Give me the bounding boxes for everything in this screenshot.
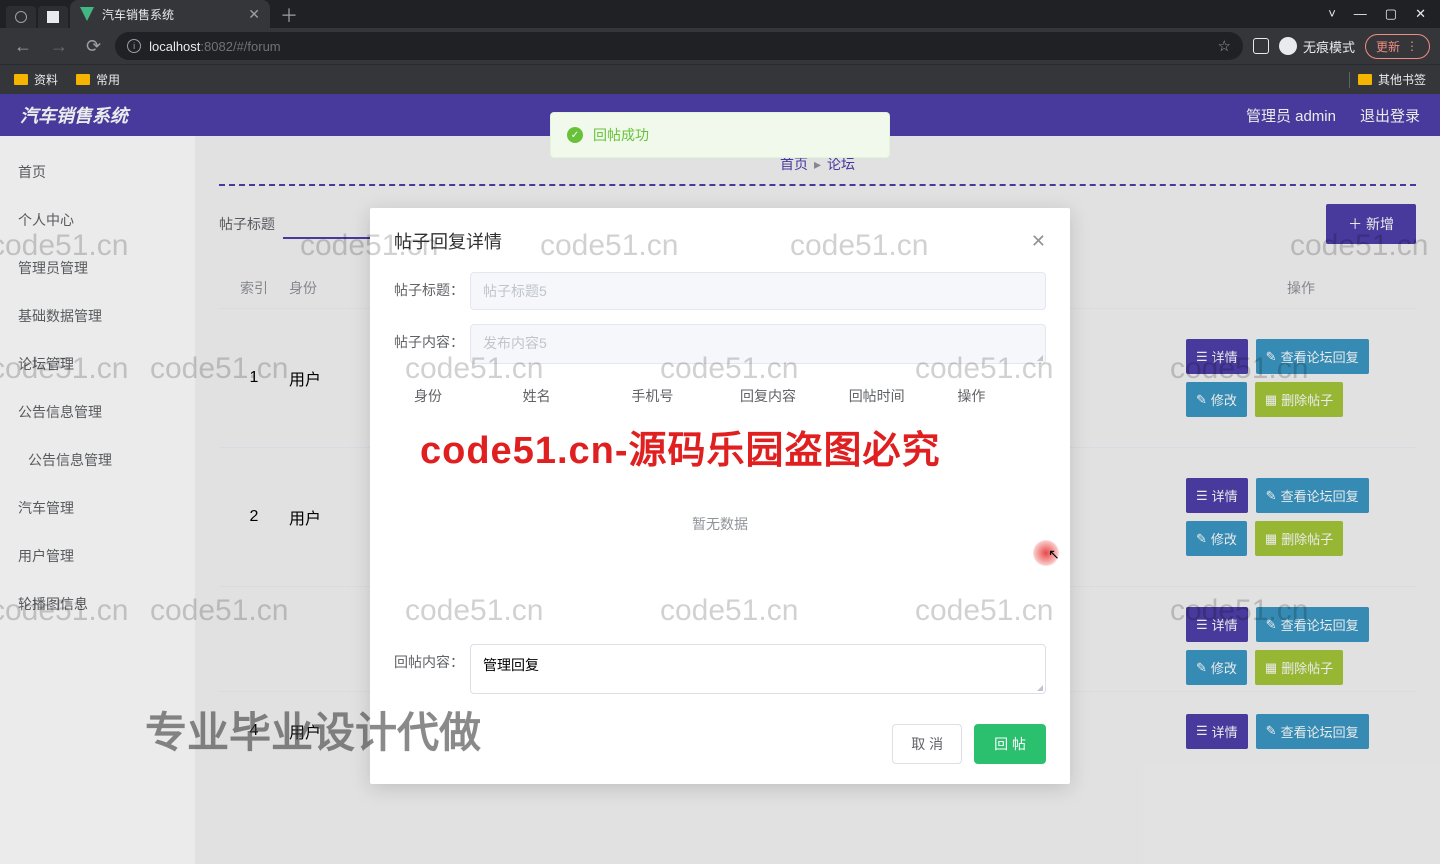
nav-forward-icon[interactable]: → xyxy=(46,36,72,57)
site-info-icon[interactable]: i xyxy=(127,39,141,53)
browser-update-button[interactable]: 更新⋮ xyxy=(1365,34,1430,59)
bookmark-item-2[interactable]: 常用 xyxy=(76,71,120,88)
no-data-text: 暂无数据 xyxy=(394,414,1046,644)
reply-textarea[interactable]: 管理回复 xyxy=(470,644,1046,694)
folder-icon xyxy=(76,74,90,85)
new-tab-button[interactable]: ＋ xyxy=(270,2,308,28)
extension-icon[interactable] xyxy=(1253,38,1269,54)
success-toast: ✓ 回帖成功 xyxy=(550,112,890,158)
field-label-reply: 回帖内容： xyxy=(394,644,470,672)
folder-icon xyxy=(1358,74,1372,85)
browser-tab-active[interactable]: 汽车销售系统 ✕ xyxy=(70,0,270,28)
vue-icon xyxy=(80,7,94,21)
modal-close-icon[interactable]: ✕ xyxy=(1031,231,1046,252)
cancel-button[interactable]: 取 消 xyxy=(892,724,962,764)
field-label-title: 帖子标题： xyxy=(394,272,470,300)
incognito-icon xyxy=(1279,37,1297,55)
tab-inactive-2[interactable] xyxy=(38,6,68,28)
bookmark-item-1[interactable]: 资料 xyxy=(14,71,58,88)
modal-title: 帖子回复详情 xyxy=(394,228,502,254)
inner-table-header: 身份 姓名 手机号 回复内容 回帖时间 操作 xyxy=(394,378,1046,414)
folder-icon xyxy=(14,74,28,85)
bookmark-other[interactable]: 其他书签 xyxy=(1358,71,1426,88)
window-dropdown-icon[interactable]: ˅ xyxy=(1328,6,1336,22)
check-icon: ✓ xyxy=(567,127,583,143)
field-title-input[interactable]: 帖子标题5 xyxy=(470,272,1046,310)
window-close-icon[interactable]: ✕ xyxy=(1415,6,1426,22)
tab-close-icon[interactable]: ✕ xyxy=(248,6,260,23)
incognito-indicator: 无痕模式 xyxy=(1279,37,1355,56)
tab-inactive-1[interactable] xyxy=(6,6,36,28)
tab-title: 汽车销售系统 xyxy=(102,6,174,23)
field-content-textarea[interactable]: 发布内容5 xyxy=(470,324,1046,364)
field-label-content: 帖子内容： xyxy=(394,324,470,352)
window-minimize-icon[interactable]: — xyxy=(1354,6,1367,22)
window-maximize-icon[interactable]: ▢ xyxy=(1385,6,1397,22)
reply-detail-modal: 帖子回复详情 ✕ 帖子标题： 帖子标题5 帖子内容： 发布内容5 身份 姓名 手… xyxy=(370,208,1070,784)
bookmark-star-icon[interactable]: ☆ xyxy=(1218,37,1231,55)
nav-back-icon[interactable]: ← xyxy=(10,36,36,57)
nav-reload-icon[interactable]: ⟳ xyxy=(82,36,105,57)
url-text: localhost:8082/#/forum xyxy=(149,39,281,54)
address-bar[interactable]: i localhost:8082/#/forum ☆ xyxy=(115,32,1243,60)
submit-reply-button[interactable]: 回 帖 xyxy=(974,724,1046,764)
